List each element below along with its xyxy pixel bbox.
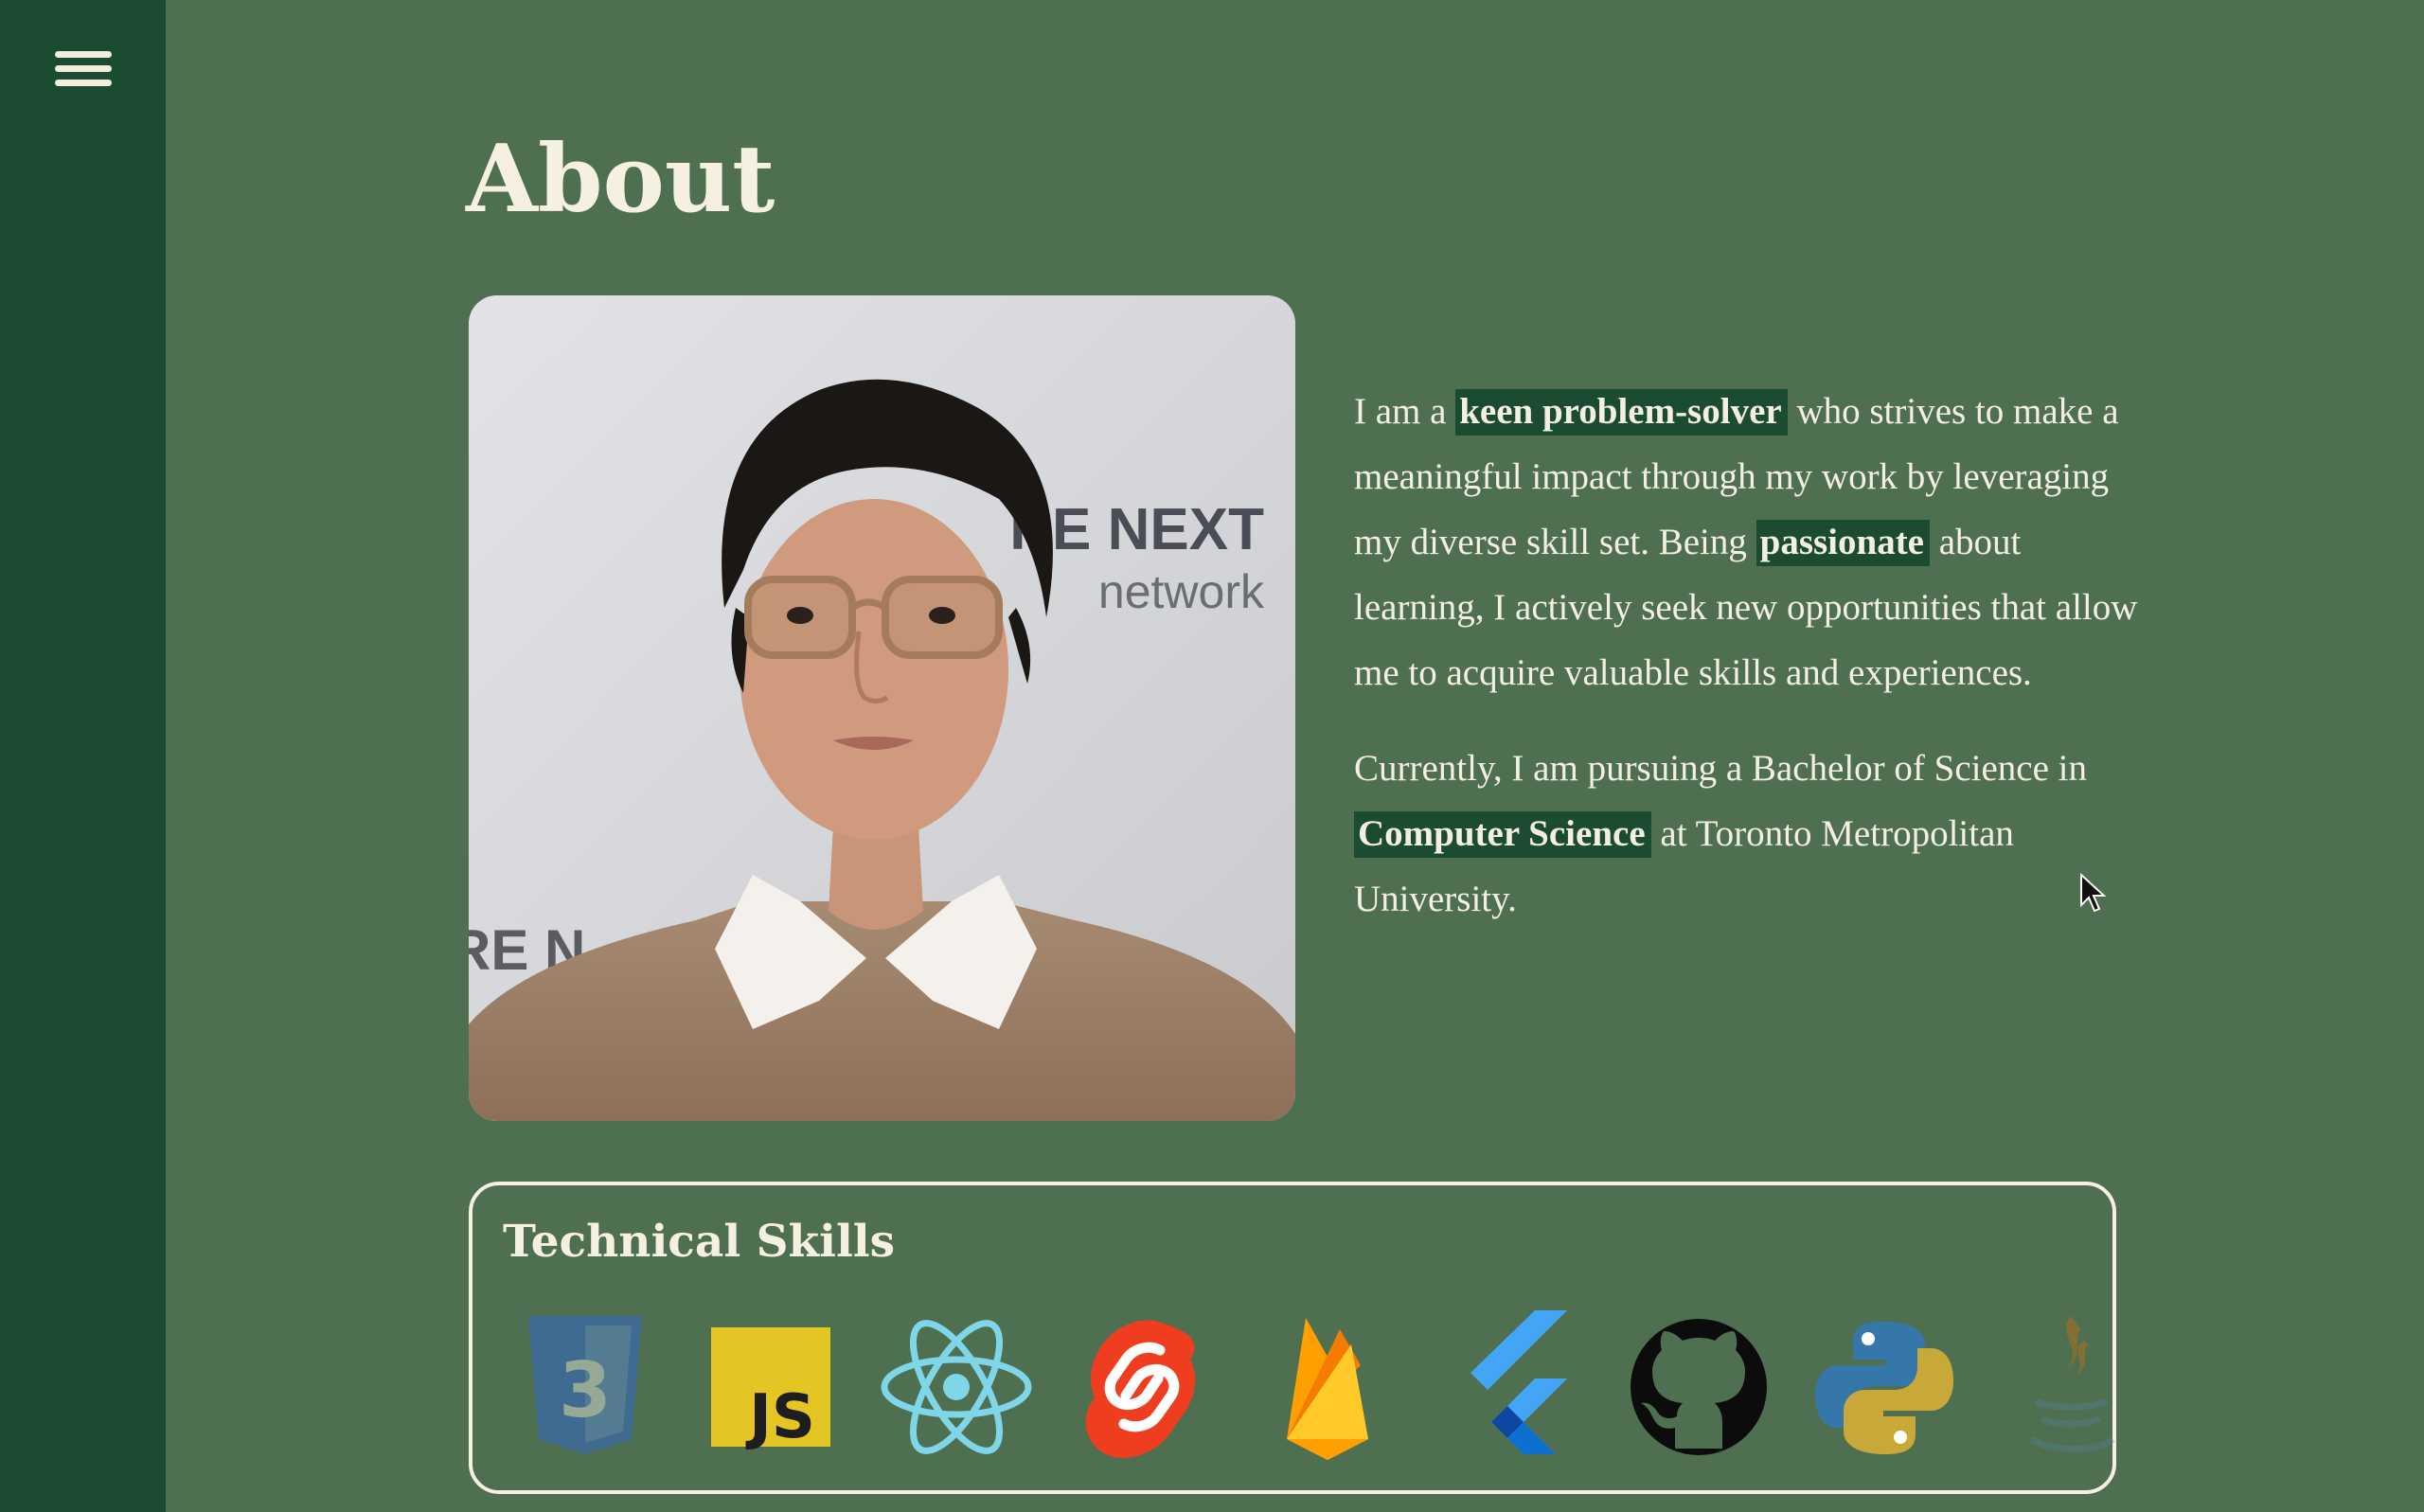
javascript-label: JS bbox=[745, 1382, 815, 1452]
menu-bar-bottom bbox=[55, 80, 112, 86]
react-icon bbox=[881, 1320, 1032, 1454]
svelte-icon bbox=[1085, 1320, 1196, 1459]
sidebar bbox=[0, 0, 166, 1512]
mouse-cursor-icon bbox=[2080, 873, 2106, 913]
skills-icon-carousel: 3 JS bbox=[505, 1307, 2115, 1468]
highlight-problem-solver: keen problem-solver bbox=[1455, 389, 1788, 436]
java-icon bbox=[2028, 1316, 2115, 1452]
backdrop-text-2: network bbox=[1098, 565, 1265, 618]
menu-bar-middle bbox=[55, 65, 112, 72]
github-icon bbox=[1631, 1319, 1767, 1455]
bio-paragraph-1: I am a keen problem-solver who strives t… bbox=[1354, 379, 2140, 705]
page-title: About bbox=[466, 125, 775, 234]
about-bio: I am a keen problem-solver who strives t… bbox=[1354, 379, 2140, 962]
css3-icon: 3 bbox=[528, 1316, 642, 1454]
bio-text: Currently, I am pursuing a Bachelor of S… bbox=[1354, 748, 2087, 789]
skills-title: Technical Skills bbox=[503, 1216, 896, 1268]
flutter-icon bbox=[1470, 1310, 1567, 1454]
firebase-icon bbox=[1287, 1318, 1368, 1460]
hamburger-menu-icon[interactable] bbox=[51, 49, 116, 91]
bio-text: I am a bbox=[1354, 391, 1456, 432]
bio-paragraph-2: Currently, I am pursuing a Bachelor of S… bbox=[1354, 736, 2140, 932]
javascript-icon: JS bbox=[711, 1327, 830, 1452]
technical-skills-card: Technical Skills 3 JS bbox=[469, 1182, 2116, 1494]
python-icon bbox=[1815, 1322, 1953, 1454]
highlight-computer-science: Computer Science bbox=[1354, 811, 1651, 858]
profile-photo: RE NEXT network RE N bbox=[469, 295, 1295, 1121]
css3-label: 3 bbox=[559, 1346, 612, 1434]
menu-bar-top bbox=[55, 51, 112, 58]
highlight-passionate: passionate bbox=[1756, 520, 1930, 566]
